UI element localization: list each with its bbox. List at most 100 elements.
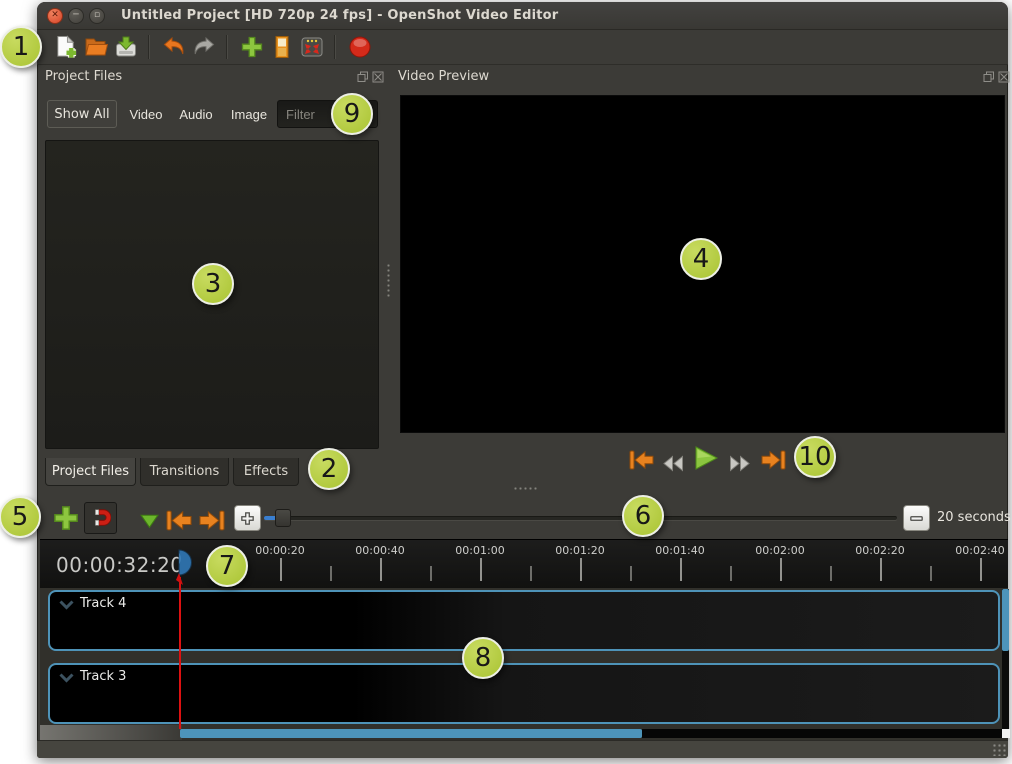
new-project-icon	[57, 35, 77, 58]
close-panel-icon[interactable]	[998, 71, 1010, 83]
tab-project-files[interactable]: Project Files	[45, 458, 136, 486]
panel-splitter-handle[interactable]	[386, 263, 391, 297]
open-project-button[interactable]	[83, 34, 109, 60]
jump-to-end-button[interactable]	[759, 447, 786, 473]
tracks-area[interactable]: Track 4 Track 3	[40, 588, 1008, 740]
video-preview-panel-controls	[983, 71, 1010, 83]
ruler-tick-major	[780, 558, 782, 581]
filter-image-button[interactable]: Image	[227, 100, 271, 128]
callout-2: 2	[308, 448, 350, 490]
close-icon: ✕	[51, 10, 59, 20]
ruler-tick-major	[480, 558, 482, 581]
tab-effects[interactable]: Effects	[233, 458, 299, 486]
ruler-tick-minor	[630, 566, 632, 581]
main-toolbar	[37, 30, 1008, 65]
zoom-slider-track[interactable]	[264, 516, 897, 520]
center-on-playhead-button[interactable]	[234, 505, 261, 531]
next-marker-button[interactable]	[196, 507, 225, 533]
toolbar-separator	[226, 35, 228, 59]
float-panel-icon[interactable]	[983, 71, 995, 83]
filmstrip-icon	[275, 36, 289, 58]
callout-4: 4	[680, 238, 722, 280]
fast-forward-button[interactable]	[727, 450, 753, 476]
horizontal-scrollbar-track[interactable]	[642, 729, 1002, 738]
zoom-slider-handle[interactable]	[275, 509, 291, 527]
vertical-scrollbar-thumb[interactable]	[1002, 589, 1009, 651]
ruler-time-label: 00:01:40	[655, 544, 705, 557]
add-track-button[interactable]	[51, 503, 78, 530]
track-row[interactable]: Track 4	[48, 590, 1000, 651]
filter-audio-button[interactable]: Audio	[174, 100, 218, 128]
track-name-label: Track 4	[80, 596, 127, 611]
ruler-time-label: 00:01:00	[455, 544, 505, 557]
ruler-tick-major	[380, 558, 382, 581]
rewind-icon	[663, 454, 683, 472]
magnet-icon	[95, 509, 111, 526]
playhead-line	[179, 577, 181, 729]
window-title: Untitled Project [HD 720p 24 fps] - Open…	[121, 8, 559, 23]
filter-show-all-button[interactable]: Show All	[47, 100, 117, 128]
timeline-splitter-handle[interactable]	[513, 486, 539, 491]
float-panel-icon[interactable]	[357, 71, 369, 83]
jump-to-start-button[interactable]	[627, 447, 654, 473]
callout-9: 9	[331, 93, 373, 135]
maximize-window-button[interactable]: ▫	[89, 7, 105, 24]
playhead-marker[interactable]	[172, 548, 196, 588]
current-time-display: 00:00:32:20	[56, 553, 184, 577]
scrollbar-corner-shade	[40, 725, 182, 740]
horizontal-scrollbar-end	[1002, 729, 1010, 738]
ruler-tick-major	[680, 558, 682, 581]
titlebar[interactable]: ✕ ─ ▫ Untitled Project [HD 720p 24 fps] …	[37, 2, 1008, 30]
resize-grip-icon[interactable]	[992, 743, 1006, 756]
open-project-icon	[85, 38, 108, 56]
export-icon	[301, 37, 323, 57]
ruler-tick-major	[980, 558, 982, 581]
add-to-timeline-button[interactable]	[269, 34, 295, 60]
close-panel-icon[interactable]	[372, 71, 384, 83]
add-marker-button[interactable]	[138, 508, 164, 534]
close-window-button[interactable]: ✕	[47, 7, 63, 24]
new-project-button[interactable]	[53, 34, 79, 60]
upload-video-button[interactable]	[347, 34, 373, 60]
horizontal-scrollbar-thumb[interactable]	[180, 729, 642, 738]
track-collapse-chevron-icon[interactable]	[59, 673, 74, 683]
zoom-out-button[interactable]	[903, 505, 930, 531]
import-plus-icon	[241, 36, 263, 58]
play-button[interactable]	[692, 444, 719, 470]
undo-button[interactable]	[161, 34, 187, 60]
ruler-tick-minor	[730, 566, 732, 581]
previous-marker-button[interactable]	[163, 507, 192, 533]
tab-transitions[interactable]: Transitions	[140, 458, 229, 486]
ruler-tick-minor	[430, 566, 432, 581]
rewind-button[interactable]	[660, 450, 686, 476]
ruler-tick-minor	[530, 566, 532, 581]
toolbar-separator	[334, 35, 336, 59]
ruler-tick-major	[280, 558, 282, 581]
import-files-button[interactable]	[239, 34, 265, 60]
callout-10: 10	[794, 436, 836, 478]
crosshair-plus-icon	[241, 511, 254, 525]
zoom-level-label: 20 seconds	[937, 510, 1011, 525]
ruler-tick-minor	[930, 566, 932, 581]
track-name-label: Track 3	[80, 669, 127, 684]
save-icon	[116, 36, 136, 57]
track-collapse-chevron-icon[interactable]	[59, 600, 74, 610]
ruler-tick-minor	[330, 566, 332, 581]
filter-video-button[interactable]: Video	[126, 100, 166, 128]
video-preview-panel-title: Video Preview	[398, 69, 490, 84]
snapping-toggle-button[interactable]	[84, 502, 117, 534]
vertical-scrollbar[interactable]	[1002, 589, 1009, 737]
minus-icon	[910, 515, 923, 521]
undo-icon	[163, 36, 184, 55]
toolbar-separator	[148, 35, 150, 59]
redo-button[interactable]	[191, 34, 217, 60]
screen: ✕ ─ ▫ Untitled Project [HD 720p 24 fps] …	[0, 0, 1012, 764]
ruler-time-label: 00:02:00	[755, 544, 805, 557]
save-project-button[interactable]	[113, 34, 139, 60]
callout-3: 3	[192, 263, 234, 305]
ruler-time-label: 00:02:40	[955, 544, 1005, 557]
export-video-button[interactable]	[299, 34, 325, 60]
minimize-window-button[interactable]: ─	[68, 7, 84, 24]
callout-7: 7	[206, 545, 248, 587]
track-row[interactable]: Track 3	[48, 663, 1000, 724]
